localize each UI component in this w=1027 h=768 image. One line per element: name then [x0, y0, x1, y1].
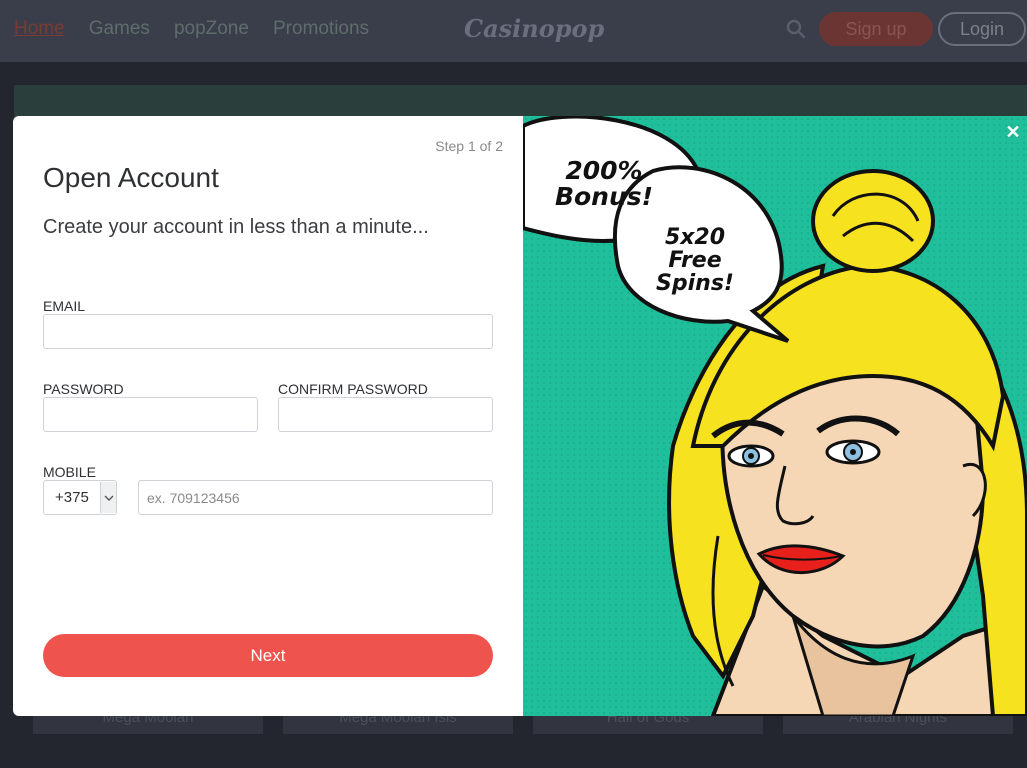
login-button[interactable]: Login: [938, 12, 1026, 46]
close-icon[interactable]: ✕: [1003, 122, 1023, 142]
confirm-password-label: CONFIRM PASSWORD: [278, 381, 428, 397]
password-field[interactable]: [43, 397, 258, 432]
confirm-password-field[interactable]: [278, 397, 493, 432]
email-field[interactable]: [43, 314, 493, 349]
open-account-modal: Step 1 of 2 Open Account Create your acc…: [13, 116, 1027, 716]
casinopop-logo[interactable]: Casinopop: [464, 14, 604, 43]
nav-home[interactable]: Home: [14, 18, 65, 40]
next-button[interactable]: Next: [43, 634, 493, 677]
country-code-select[interactable]: +375: [43, 480, 117, 515]
mobile-label: MOBILE: [43, 464, 96, 480]
signup-button[interactable]: Sign up: [819, 12, 933, 46]
mobile-field[interactable]: [138, 480, 493, 515]
bonus-bubble-text: 200% Bonus!: [554, 156, 654, 212]
free-spins-bubble-text: 5x20 Free Spins!: [656, 225, 734, 297]
promo-illustration: 200% Bonus! 5x20 Free Spins! ✕: [523, 116, 1027, 716]
chevron-down-icon[interactable]: [100, 482, 116, 513]
modal-title: Open Account: [43, 162, 219, 193]
main-nav: Home Games popZone Promotions: [14, 18, 369, 40]
nav-games[interactable]: Games: [89, 18, 150, 40]
country-code-value: +375: [55, 489, 89, 506]
password-label: PASSWORD: [43, 381, 124, 397]
nav-popzone[interactable]: popZone: [174, 18, 249, 40]
site-header: Home Games popZone Promotions Casinopop …: [0, 0, 1027, 62]
registration-form: Step 1 of 2 Open Account Create your acc…: [13, 116, 523, 716]
step-indicator: Step 1 of 2: [435, 138, 503, 154]
modal-subtitle: Create your account in less than a minut…: [43, 216, 429, 238]
search-icon[interactable]: [786, 19, 806, 39]
email-label: EMAIL: [43, 298, 86, 314]
nav-promotions[interactable]: Promotions: [273, 18, 369, 40]
